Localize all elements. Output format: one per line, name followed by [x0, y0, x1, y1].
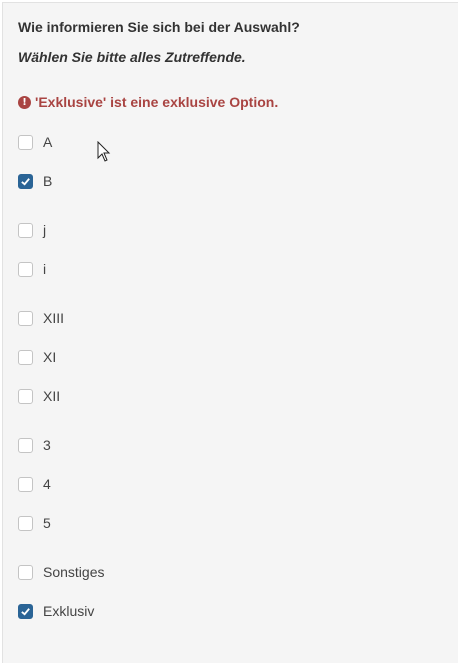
option-5[interactable]: 5 — [18, 513, 51, 533]
option-label: XIII — [43, 310, 65, 326]
option-label: XII — [43, 388, 61, 404]
checkbox[interactable] — [18, 222, 33, 238]
option-label: B — [43, 173, 53, 189]
checkbox[interactable] — [18, 476, 33, 492]
question-title: Wie informieren Sie sich bei der Auswahl… — [18, 19, 300, 35]
option-a[interactable]: A — [18, 132, 52, 152]
option-4[interactable]: 4 — [18, 474, 51, 494]
option-label: 5 — [43, 515, 51, 531]
checkbox[interactable] — [18, 603, 33, 619]
option-xii[interactable]: XII — [18, 386, 60, 406]
option-label: XI — [43, 349, 57, 365]
checkbox[interactable] — [18, 261, 33, 277]
option-xiii[interactable]: XIII — [18, 308, 64, 328]
exclamation-circle-icon: ! — [18, 95, 31, 109]
option-exklusiv[interactable]: Exklusiv — [18, 601, 94, 621]
mouse-pointer-icon — [97, 141, 111, 162]
option-label: 3 — [43, 437, 51, 453]
validation-error-text: 'Exklusive' ist eine exklusive Option. — [35, 94, 279, 110]
check-icon — [21, 177, 30, 186]
checkbox[interactable] — [18, 515, 33, 531]
check-icon — [21, 607, 30, 616]
option-label: i — [43, 261, 47, 277]
option-j[interactable]: j — [18, 220, 46, 240]
option-label: 4 — [43, 476, 51, 492]
option-3[interactable]: 3 — [18, 435, 51, 455]
question-panel: Wie informieren Sie sich bei der Auswahl… — [2, 2, 458, 663]
checkbox[interactable] — [18, 564, 33, 580]
checkbox[interactable] — [18, 437, 33, 453]
option-label: Exklusiv — [43, 603, 95, 619]
option-label: j — [43, 222, 47, 238]
question-help-text: Wählen Sie bitte alles Zutreffende. — [18, 49, 246, 65]
option-b[interactable]: B — [18, 171, 52, 191]
validation-error: ! 'Exklusive' ist eine exklusive Option. — [18, 93, 278, 111]
option-xi[interactable]: XI — [18, 347, 56, 367]
option-sonstiges[interactable]: Sonstiges — [18, 562, 104, 582]
option-label: A — [43, 134, 53, 150]
checkbox[interactable] — [18, 173, 33, 189]
option-label: Sonstiges — [43, 564, 105, 580]
option-i[interactable]: i — [18, 259, 46, 279]
checkbox[interactable] — [18, 310, 33, 326]
checkbox[interactable] — [18, 388, 33, 404]
checkbox[interactable] — [18, 134, 33, 150]
checkbox[interactable] — [18, 349, 33, 365]
